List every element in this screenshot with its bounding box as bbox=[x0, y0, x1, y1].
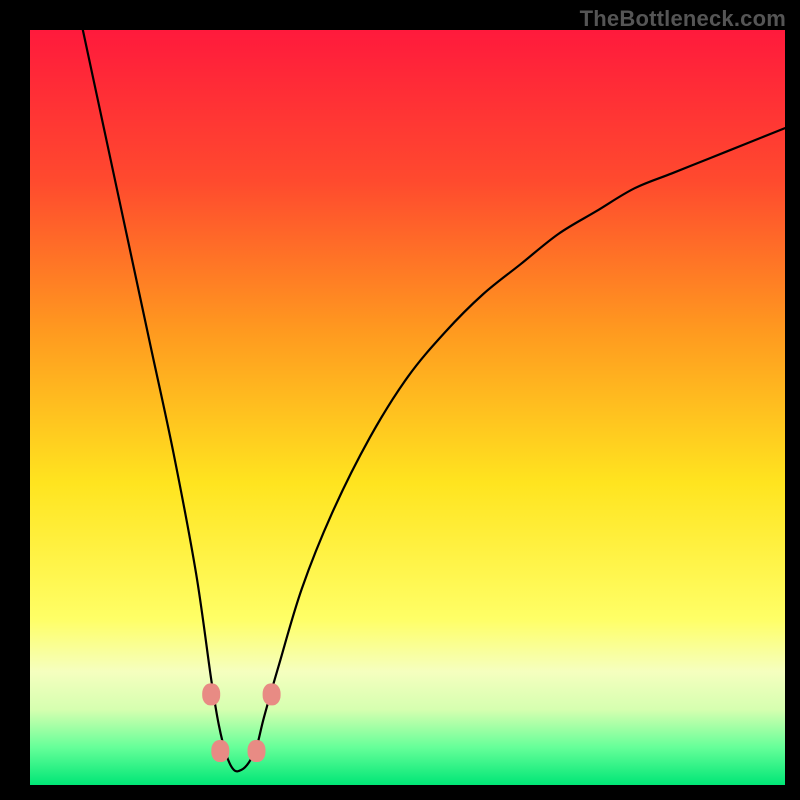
curve-marker bbox=[211, 740, 229, 762]
bottleneck-curve bbox=[30, 30, 785, 785]
curve-marker bbox=[202, 683, 220, 705]
watermark-text: TheBottleneck.com bbox=[580, 6, 786, 32]
curve-marker bbox=[248, 740, 266, 762]
plot-area bbox=[30, 30, 785, 785]
curve-marker bbox=[263, 683, 281, 705]
